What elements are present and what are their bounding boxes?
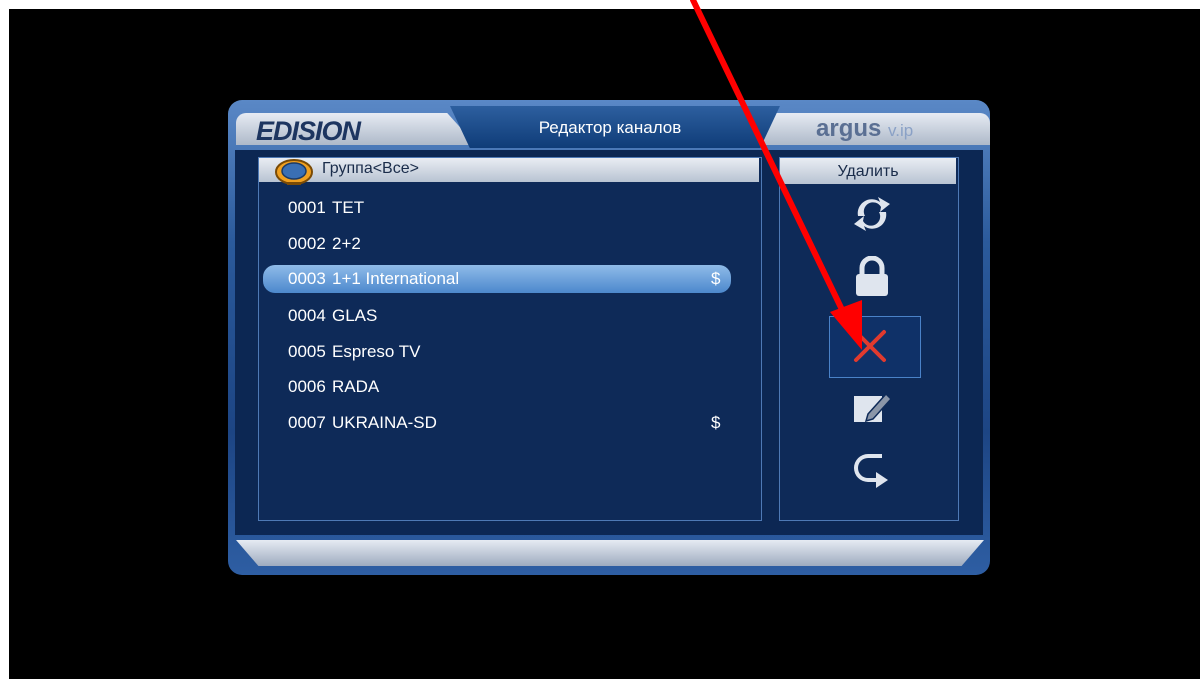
annotation-arrow: [690, 0, 862, 350]
